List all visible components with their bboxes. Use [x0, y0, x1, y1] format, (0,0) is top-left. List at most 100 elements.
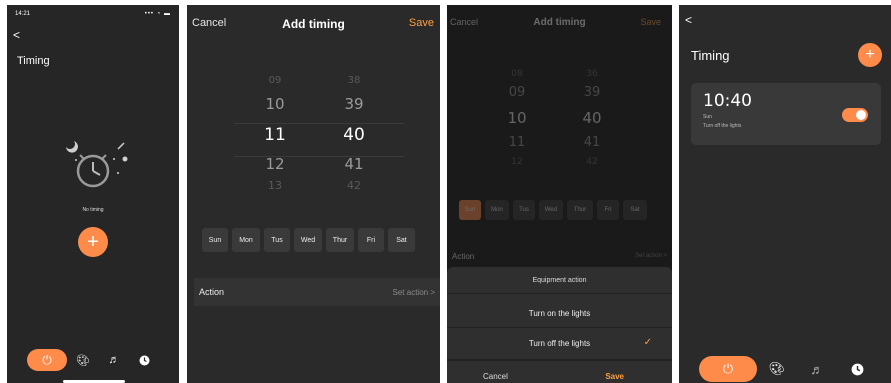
add-timing-button[interactable]: + [858, 43, 882, 67]
picker-item: 13 [268, 179, 282, 192]
picker-item-selected: 40 [582, 109, 602, 127]
picker-item: 09 [268, 75, 282, 86]
picker-item-selected: 11 [264, 125, 286, 145]
equipment-action-sheet: Equipment action Turn on the lights Turn… [447, 267, 672, 383]
timer-card[interactable]: 10:40 Sun Turn off the lights [691, 83, 881, 145]
page-title: Add timing [282, 17, 345, 31]
picker-item: 11 [508, 135, 526, 150]
day-fri[interactable]: Fri [597, 200, 619, 220]
hour-picker[interactable]: 08 09 10 11 12 [497, 65, 537, 185]
day-sun[interactable]: Sun [202, 228, 228, 252]
option-turn-off-lights[interactable]: Turn off the lights [447, 339, 672, 348]
day-fri[interactable]: Fri [358, 228, 384, 252]
action-label: Action [199, 287, 225, 297]
status-bar: 14:21 ••• ◔ ▬ [15, 8, 171, 20]
sheet-save-button[interactable]: Save [605, 372, 624, 381]
add-timing-button[interactable]: + [78, 227, 108, 257]
picker-item-selected: 10 [507, 109, 527, 127]
tab-palette[interactable]: 🎨︎ [67, 354, 99, 367]
divider [447, 293, 672, 294]
alarm-clock-icon [66, 141, 128, 188]
tab-power[interactable]: ⏻ [699, 356, 757, 382]
sheet-title: Equipment action [532, 277, 587, 284]
picker-item: 39 [344, 95, 364, 113]
weekday-selector: Sun Mon Tus Wed Thur Fri Sat [202, 228, 415, 252]
page-title: Timing [691, 48, 730, 63]
picker-item: 08 [511, 69, 523, 79]
timer-time: 10:40 [703, 91, 752, 111]
picker-item: 38 [347, 75, 361, 86]
picker-item: 10 [265, 95, 285, 113]
minute-picker[interactable]: 36 39 40 41 42 [572, 65, 612, 185]
picker-item: 12 [265, 155, 285, 173]
timer-day: Sun [703, 114, 712, 120]
tab-music[interactable]: ♬ [797, 362, 837, 377]
header: Cancel Add timing Save [187, 17, 440, 31]
screen-add-timing: Cancel Add timing Save 09 10 11 12 13 38… [187, 5, 440, 383]
checkmark-icon: ✓ [643, 337, 652, 348]
back-button[interactable]: < [685, 14, 692, 26]
status-time: 14:21 [15, 11, 31, 17]
screen-equipment-action: Cancel Add timing Save 08 09 10 11 12 36… [447, 5, 672, 383]
save-button[interactable]: Save [640, 17, 661, 27]
option-turn-on-lights[interactable]: Turn on the lights [447, 309, 672, 318]
day-thur[interactable]: Thur [567, 200, 593, 220]
music-icon: ♬ [810, 361, 824, 377]
picker-item: 42 [347, 179, 361, 192]
clock-icon [139, 355, 149, 365]
day-sun[interactable]: Sun [459, 200, 481, 220]
timer-enabled-toggle[interactable] [842, 108, 868, 122]
day-tus[interactable]: Tus [513, 200, 535, 220]
palette-icon: 🎨︎ [76, 354, 90, 367]
picker-item: 12 [511, 157, 523, 167]
action-row[interactable]: Action Set action > [194, 278, 440, 306]
picker-item-selected: 40 [343, 125, 365, 145]
weekday-selector: Sun Mon Tus Wed Thur Fri Sat [459, 200, 647, 220]
picker-item: 42 [586, 157, 598, 167]
action-value: Set action > [635, 253, 667, 259]
screen-timing-empty: 14:21 ••• ◔ ▬ < Timing No timing + ⏻ 🎨︎ … [7, 5, 179, 383]
picker-item: 41 [583, 135, 601, 150]
picker-item: 39 [583, 85, 601, 100]
picker-item: 36 [586, 69, 598, 79]
tab-music[interactable]: ♬ [99, 354, 129, 366]
tab-bar: ⏻ 🎨︎ ♬ [27, 349, 172, 371]
back-button[interactable]: < [13, 29, 20, 41]
day-tus[interactable]: Tus [264, 228, 290, 252]
save-button[interactable]: Save [409, 17, 434, 29]
header: Cancel Add timing Save [447, 17, 672, 31]
day-sat[interactable]: Sat [623, 200, 647, 220]
page-title: Add timing [533, 17, 586, 28]
timer-action: Turn off the lights [703, 123, 742, 129]
picker-item: 41 [344, 155, 364, 173]
power-icon: ⏻ [722, 361, 734, 376]
screen-timing-list: < Timing + 10:40 Sun Turn off the lights… [679, 5, 891, 383]
divider [447, 359, 672, 361]
hour-picker[interactable]: 09 10 11 12 13 [255, 65, 295, 205]
music-icon: ♬ [108, 354, 120, 366]
day-wed[interactable]: Wed [539, 200, 563, 220]
day-mon[interactable]: Mon [485, 200, 509, 220]
clock-icon [851, 363, 863, 375]
minute-picker[interactable]: 38 39 40 41 42 [334, 65, 374, 205]
day-wed[interactable]: Wed [294, 228, 322, 252]
page-title: Timing [17, 55, 50, 67]
power-icon: ⏻ [42, 352, 52, 367]
empty-state-text: No timing [82, 207, 104, 213]
tab-clock[interactable] [837, 363, 877, 376]
action-label: Action [452, 251, 475, 261]
sheet-cancel-button[interactable]: Cancel [483, 372, 508, 381]
status-icons: ••• ◔ ▬ [144, 11, 171, 17]
tab-bar: ⏻ 🎨︎ ♬ [699, 356, 879, 382]
day-sat[interactable]: Sat [388, 228, 415, 252]
tab-clock[interactable] [129, 355, 159, 366]
day-mon[interactable]: Mon [232, 228, 260, 252]
day-thur[interactable]: Thur [326, 228, 354, 252]
picker-item: 09 [508, 85, 526, 100]
tab-power[interactable]: ⏻ [27, 349, 67, 371]
divider [447, 327, 672, 328]
toggle-knob [856, 110, 866, 120]
tab-palette[interactable]: 🎨︎ [757, 361, 797, 377]
palette-icon: 🎨︎ [768, 361, 786, 376]
action-row[interactable]: Action Set action > [447, 247, 672, 265]
